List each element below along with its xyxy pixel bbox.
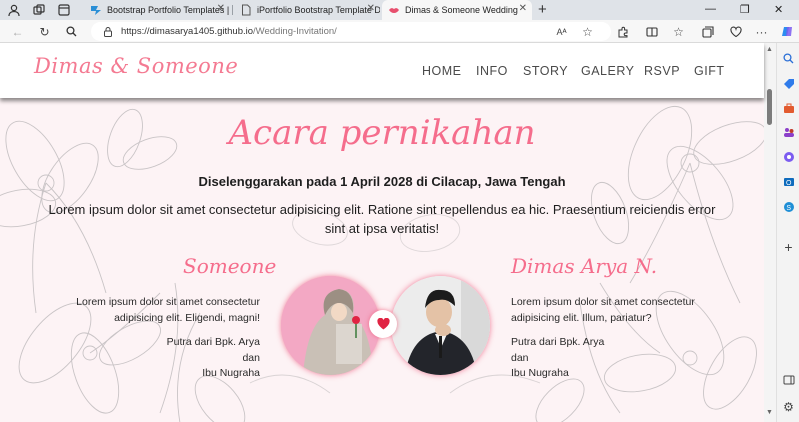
browser-essentials-icon[interactable] xyxy=(728,24,743,39)
bride-parents-line-1: Putra dari Bpk. Arya xyxy=(166,336,260,348)
nav-info-link[interactable]: INFO xyxy=(476,64,508,78)
bride-parents-line-3: Ibu Nugraha xyxy=(202,367,260,379)
favorites-icon[interactable]: ☆ xyxy=(671,24,686,39)
sidebar-search-icon[interactable] xyxy=(782,52,795,65)
tab-divider xyxy=(232,5,233,15)
close-tab-icon[interactable]: ✕ xyxy=(519,3,527,14)
lips-favicon-icon xyxy=(388,4,400,16)
bride-name: Someone xyxy=(183,254,277,278)
close-tab-icon[interactable]: ✕ xyxy=(367,3,375,14)
nav-rsvp-link[interactable]: RSVP xyxy=(644,64,680,78)
groom-bio-line-2: adipisicing elit. Illum, pariatur? xyxy=(511,312,652,324)
nav-galery-link[interactable]: GALERY xyxy=(581,64,635,78)
site-brand-logo[interactable]: Dimas & Someone xyxy=(34,54,238,78)
minimize-icon[interactable]: — xyxy=(705,3,716,15)
site-navbar: Dimas & Someone HOME INFO STORY GALERY R… xyxy=(0,43,764,98)
read-aloud-icon[interactable]: Aᴬ xyxy=(554,24,569,39)
bootstrap-favicon-icon xyxy=(90,4,102,16)
page-scrollbar[interactable]: ▲ ▼ xyxy=(764,43,776,422)
browser-sidebar: O S + ⚙ xyxy=(776,43,799,422)
groom-bio-line-1: Lorem ipsum dolor sit amet consectetur xyxy=(511,296,695,308)
close-tab-icon[interactable]: ✕ xyxy=(217,3,225,14)
tab-wedding-active[interactable]: Dimas & Someone Wedding ✕ xyxy=(382,0,532,20)
event-description: Lorem ipsum dolor sit amet consectetur a… xyxy=(48,202,716,236)
address-bar[interactable]: https://dimasarya1405.github.io/Wedding-… xyxy=(91,22,611,41)
restore-icon[interactable]: ❐ xyxy=(740,3,750,16)
groom-parents-line-2: dan xyxy=(511,352,529,364)
scroll-up-arrow-icon[interactable]: ▲ xyxy=(766,46,773,53)
page-viewport: Dimas & Someone HOME INFO STORY GALERY R… xyxy=(0,43,776,422)
tab-iportfolio[interactable]: iPortfolio Bootstrap Template De ✕ xyxy=(234,0,380,20)
tab-bootstrap-portfolio[interactable]: Bootstrap Portfolio Templates | B ✕ xyxy=(84,0,230,20)
add-sidebar-app-icon[interactable]: + xyxy=(782,239,795,255)
back-icon[interactable]: ← xyxy=(10,24,25,39)
bride-bio-line-2: adipisicing elit. Eligendi, magni! xyxy=(114,312,260,324)
more-menu-icon[interactable]: ··· xyxy=(754,24,769,39)
scrollbar-thumb[interactable] xyxy=(767,89,772,125)
event-date-location: Diselenggarakan pada 1 April 2028 di Cil… xyxy=(198,174,566,189)
tab-title: iPortfolio Bootstrap Template De xyxy=(257,5,380,15)
url-host: https://dimasarya1405.github.io xyxy=(121,26,254,37)
settings-gear-icon[interactable]: ⚙ xyxy=(782,400,795,414)
section-title: Acara pernikahan xyxy=(228,113,536,153)
split-screen-icon[interactable] xyxy=(644,24,659,39)
svg-text:O: O xyxy=(786,180,792,187)
document-favicon-icon xyxy=(240,4,252,16)
close-window-icon[interactable]: ✕ xyxy=(774,3,783,16)
browser-tab-strip: Bootstrap Portfolio Templates | B ✕ iPor… xyxy=(0,0,799,20)
nav-story-link[interactable]: STORY xyxy=(523,64,568,78)
outlook-icon[interactable]: O xyxy=(782,175,795,188)
scroll-down-arrow-icon[interactable]: ▼ xyxy=(766,409,773,416)
profile-icon[interactable] xyxy=(6,2,22,18)
workspaces-icon[interactable] xyxy=(31,2,47,18)
tools-briefcase-icon[interactable] xyxy=(782,101,795,114)
tab-actions-icon[interactable] xyxy=(56,2,72,18)
new-tab-icon[interactable]: + xyxy=(538,1,547,18)
nav-gift-link[interactable]: GIFT xyxy=(694,64,724,78)
favorite-star-icon[interactable]: ☆ xyxy=(580,24,595,39)
groom-photo xyxy=(391,276,490,375)
lock-icon[interactable] xyxy=(100,24,115,39)
heart-icon xyxy=(369,310,397,338)
copilot-sidebar-icon[interactable] xyxy=(782,150,795,163)
groom-parents-line-1: Putra dari Bpk. Arya xyxy=(511,336,605,348)
people-icon[interactable] xyxy=(782,125,795,138)
copilot-icon[interactable] xyxy=(780,24,795,39)
url-text[interactable]: https://dimasarya1405.github.io/Wedding-… xyxy=(121,26,337,37)
search-icon[interactable] xyxy=(64,24,79,39)
groom-name: Dimas Arya N. xyxy=(511,254,658,278)
nav-home-link[interactable]: HOME xyxy=(422,64,462,78)
browser-toolbar: ← ↻ https://dimasarya1405.github.io/Wedd… xyxy=(0,20,799,43)
extensions-icon[interactable] xyxy=(615,24,630,39)
tab-title: Bootstrap Portfolio Templates | B xyxy=(107,5,230,15)
bride-parents-line-2: dan xyxy=(242,352,260,364)
shopping-tag-icon[interactable] xyxy=(782,77,795,90)
tab-title: Dimas & Someone Wedding xyxy=(405,5,518,15)
collections-icon[interactable] xyxy=(700,24,715,39)
svg-text:S: S xyxy=(786,205,791,212)
groom-parents-line-3: Ibu Nugraha xyxy=(511,367,569,379)
skype-icon[interactable]: S xyxy=(782,200,795,213)
refresh-icon[interactable]: ↻ xyxy=(37,24,52,39)
hide-sidebar-icon[interactable] xyxy=(782,373,795,386)
bride-bio-line-1: Lorem ipsum dolor sit amet consectetur xyxy=(76,296,260,308)
url-path: /Wedding-Invitation/ xyxy=(253,26,337,37)
bride-photo xyxy=(281,276,380,375)
